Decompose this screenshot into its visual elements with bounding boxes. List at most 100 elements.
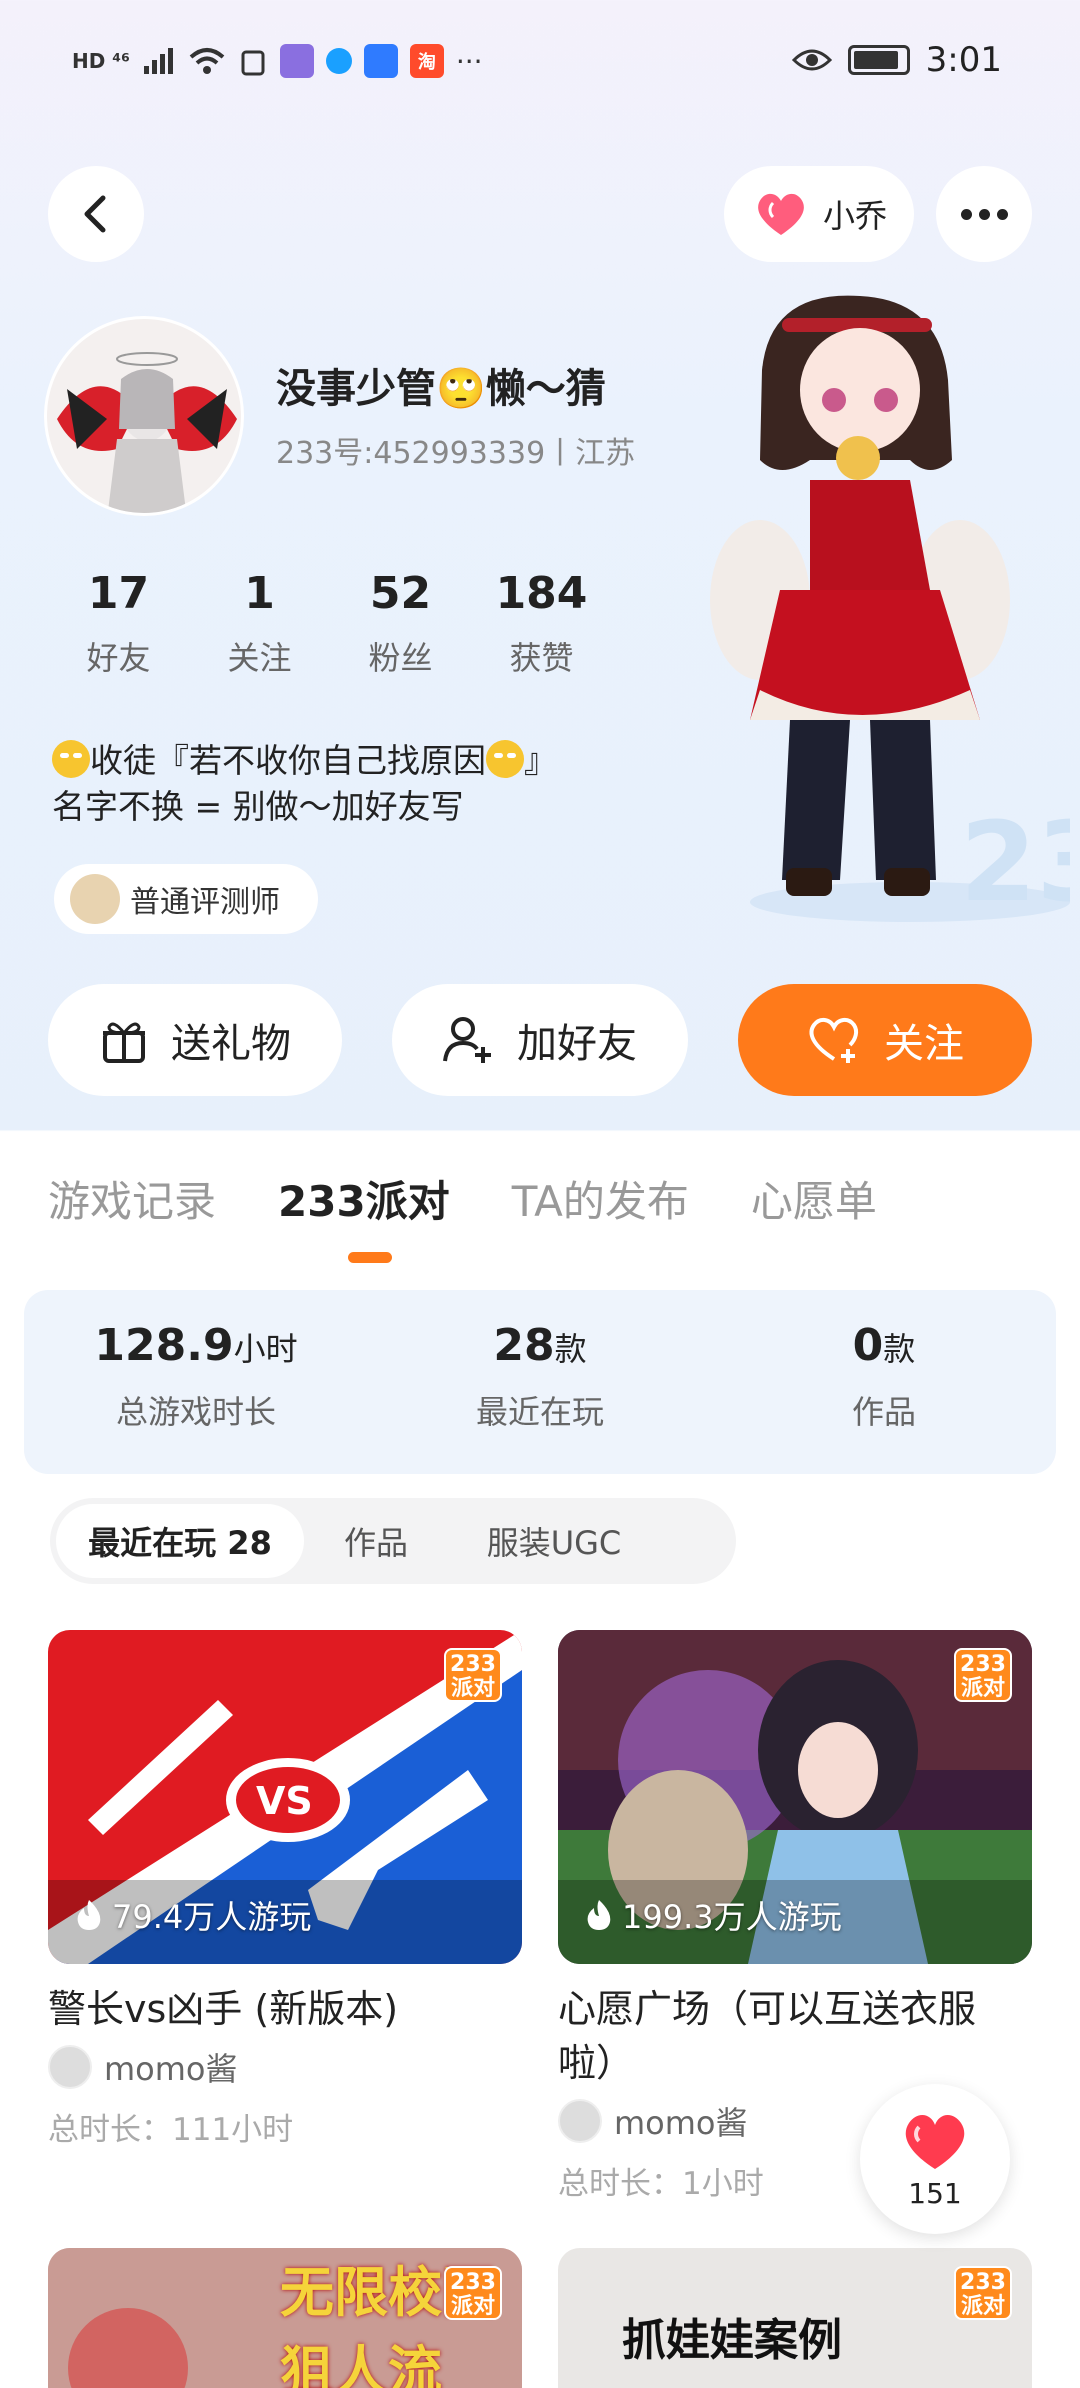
avatar-character-image[interactable]: 233 xyxy=(690,290,1070,930)
heart-plus-icon xyxy=(809,1018,859,1063)
user-id-location: 233号:452993339丨江苏 xyxy=(276,436,636,471)
more-notifications-icon: ··· xyxy=(455,44,483,78)
avatar-image xyxy=(47,319,241,513)
add-user-icon xyxy=(443,1017,491,1063)
stat-number: 17 xyxy=(87,568,150,619)
badge-icon xyxy=(70,874,120,924)
battery-icon xyxy=(847,45,910,75)
more-dots-icon xyxy=(978,208,990,220)
bio-text: 收徒『若不收你自己找原因 xyxy=(90,741,486,780)
add-friend-button[interactable]: 加好友 xyxy=(392,984,688,1096)
game-title: 心愿广场（可以互送衣服啦） xyxy=(558,1987,977,2085)
summary-recent: 28款 最近在玩 xyxy=(368,1290,712,1474)
like-count: 151 xyxy=(908,2176,962,2210)
like-button[interactable]: 151 xyxy=(860,2084,1010,2234)
stat-likes[interactable]: 184 获赞 xyxy=(471,568,612,679)
send-gift-button[interactable]: 送礼物 xyxy=(48,984,342,1096)
author-avatar xyxy=(48,2045,92,2089)
stat-label: 粉丝 xyxy=(368,639,433,677)
stat-following[interactable]: 1 关注 xyxy=(189,568,330,679)
eye-icon xyxy=(791,49,832,71)
profile-stats: 17 好友 1 关注 52 粉丝 184 获赞 xyxy=(48,568,612,679)
tab-game-records[interactable]: 游戏记录 xyxy=(48,1168,216,1229)
play-summary: 128.9小时 总游戏时长 28款 最近在玩 0款 作品 xyxy=(24,1290,1056,1474)
233-party-tag: 233派对 xyxy=(954,1648,1012,1702)
eye-roll-emoji-icon xyxy=(486,740,524,778)
send-gift-label: 送礼物 xyxy=(171,1021,291,1067)
pet-name: 小乔 xyxy=(822,197,887,235)
username: 没事少管🙄懒～猜 xyxy=(276,366,606,412)
subtab-outfit-ugc[interactable]: 服装UGC xyxy=(448,1504,660,1578)
summary-label: 最近在玩 xyxy=(475,1393,604,1431)
pet-button[interactable]: 小乔 xyxy=(724,166,914,262)
app-notification-icon xyxy=(325,48,352,74)
status-right: 3:01 xyxy=(791,40,1002,80)
game-thumbnail: VS 233派对 79.4万人游玩 xyxy=(48,1630,522,1964)
more-button[interactable] xyxy=(936,166,1032,262)
summary-unit: 款 xyxy=(554,1330,587,1368)
game-card[interactable]: VS 233派对 79.4万人游玩 警长vs凶手 (新版本) momo酱 总时长… xyxy=(48,1630,522,2149)
reviewer-badge[interactable]: 普通评测师 xyxy=(54,864,318,934)
summary-label: 总游戏时长 xyxy=(115,1393,276,1431)
summary-unit: 款 xyxy=(883,1330,916,1368)
tab-233-party[interactable]: 233派对 xyxy=(278,1168,450,1229)
flame-icon xyxy=(587,1900,611,1930)
stat-followers[interactable]: 52 粉丝 xyxy=(330,568,471,679)
game-playtime: 总时长：111小时 xyxy=(48,2112,294,2148)
game-card-partial[interactable]: 抓娃娃案例 233派对 xyxy=(558,2248,1032,2388)
tab-posts[interactable]: TA的发布 xyxy=(512,1168,689,1229)
play-count-text: 79.4万人游玩 xyxy=(112,1898,312,1936)
233-party-tag: 233派对 xyxy=(954,2266,1012,2320)
flame-icon xyxy=(77,1900,101,1930)
summary-number: 0 xyxy=(852,1320,884,1371)
game-cover-text: 抓娃娃案例 xyxy=(622,2315,842,2366)
chevron-left-icon xyxy=(84,195,106,233)
233-party-tag: 233派对 xyxy=(444,1648,502,1702)
profile-tabs: 游戏记录 233派对 TA的发布 心愿单 xyxy=(48,1168,877,1229)
clipboard-icon xyxy=(241,50,265,76)
summary-works: 0款 作品 xyxy=(712,1290,1056,1474)
more-dots-icon xyxy=(960,208,972,220)
play-count: 79.4万人游玩 xyxy=(74,1892,311,1938)
tab-indicator xyxy=(348,1252,392,1263)
stat-label: 关注 xyxy=(227,639,292,677)
subtab-works[interactable]: 作品 xyxy=(304,1504,448,1578)
svg-text:VS: VS xyxy=(256,1779,313,1823)
game-card-partial[interactable]: 无限校园 狙人流 233派对 xyxy=(48,2248,522,2388)
summary-total-time: 128.9小时 总游戏时长 xyxy=(24,1290,368,1474)
back-button[interactable] xyxy=(48,166,144,262)
avatar[interactable] xyxy=(44,316,244,516)
stat-number: 52 xyxy=(369,568,432,619)
233-party-tag: 233派对 xyxy=(444,2266,502,2320)
sub-tabs: 最近在玩 28 作品 服装UGC xyxy=(50,1498,736,1584)
bio: 收徒『若不收你自己找原因』 名字不换 = 别做～加好友写 xyxy=(52,738,557,830)
badge-label: 普通评测师 xyxy=(130,885,280,920)
summary-number: 128.9 xyxy=(94,1320,234,1371)
stat-label: 好友 xyxy=(86,639,151,677)
status-bar: HD ⁴⁶ 淘 ··· 3:01 xyxy=(0,0,1080,130)
play-count-text: 199.3万人游玩 xyxy=(622,1898,842,1936)
stat-friends[interactable]: 17 好友 xyxy=(48,568,189,679)
play-count: 199.3万人游玩 xyxy=(584,1892,842,1938)
svg-text:233: 233 xyxy=(960,798,1070,926)
game-title: 警长vs凶手 (新版本) xyxy=(48,1987,399,2031)
more-dots-icon xyxy=(996,208,1008,220)
game-author: momo酱 xyxy=(48,2044,522,2090)
follow-button[interactable]: 关注 xyxy=(738,984,1032,1096)
heart-icon xyxy=(905,2114,965,2169)
tab-wishlist[interactable]: 心愿单 xyxy=(751,1168,877,1229)
app-notification-icon xyxy=(279,44,314,78)
app-notification-icon xyxy=(363,44,398,78)
summary-number: 28 xyxy=(493,1320,555,1371)
author-avatar xyxy=(558,2099,602,2143)
gift-icon xyxy=(103,1022,145,1063)
stat-number: 1 xyxy=(244,568,275,619)
eye-roll-emoji-icon xyxy=(52,740,90,778)
heart-icon xyxy=(758,193,804,235)
stat-label: 获赞 xyxy=(509,639,574,677)
game-thumbnail: 233派对 199.3万人游玩 xyxy=(558,1630,1032,1964)
author-name: momo酱 xyxy=(614,2104,748,2142)
author-name: momo酱 xyxy=(104,2050,238,2088)
subtab-recent[interactable]: 最近在玩 28 xyxy=(56,1504,304,1578)
signal-text: HD ⁴⁶ xyxy=(72,49,130,73)
